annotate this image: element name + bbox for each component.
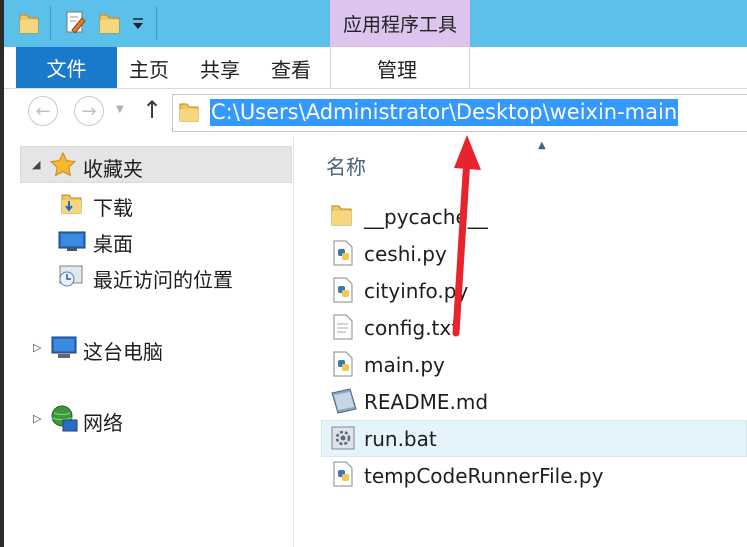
collapse-arrow-icon[interactable]: ◢ <box>32 158 40 171</box>
network-icon <box>49 404 79 438</box>
tab-manage[interactable]: 管理 <box>377 54 417 83</box>
python-file-icon <box>332 351 354 377</box>
nav-item-recent-places[interactable]: 最近访问的位置 <box>93 264 233 293</box>
nav-item-desktop[interactable]: 桌面 <box>93 228 133 257</box>
file-item[interactable]: ceshi.py <box>364 242 447 266</box>
expand-arrow-icon[interactable]: ▷ <box>33 341 41 354</box>
expand-arrow-icon[interactable]: ▷ <box>33 412 41 425</box>
back-button[interactable]: ← <box>28 96 58 126</box>
column-header-name[interactable]: 名称 <box>326 151 366 180</box>
customize-toolbar-chevron-icon[interactable] <box>130 10 146 36</box>
tab-home[interactable]: 主页 <box>129 54 169 83</box>
batch-file-icon <box>330 425 356 451</box>
address-path-text[interactable]: C:\Users\Administrator\Desktop\weixin-ma… <box>210 99 679 126</box>
nav-item-network[interactable]: 网络 <box>83 407 123 436</box>
new-folder-icon[interactable] <box>98 10 122 36</box>
file-item[interactable]: __pycache__ <box>364 205 488 229</box>
sort-ascending-icon: ▲ <box>538 140 546 151</box>
python-file-icon <box>332 240 354 266</box>
toolbar-separator <box>156 6 157 40</box>
file-item[interactable]: cityinfo.py <box>364 279 468 303</box>
file-item[interactable]: main.py <box>364 353 445 377</box>
computer-icon <box>49 335 79 365</box>
star-icon <box>49 151 77 182</box>
text-file-icon <box>332 314 354 340</box>
nav-item-downloads[interactable]: 下载 <box>93 192 133 221</box>
download-folder-icon <box>60 191 84 221</box>
favorites-label: 收藏夹 <box>83 157 143 181</box>
properties-icon[interactable] <box>64 10 88 36</box>
tab-view[interactable]: 查看 <box>271 54 311 83</box>
up-arrow-icon[interactable]: ↑ <box>142 96 162 124</box>
tab-share[interactable]: 共享 <box>200 54 240 83</box>
python-file-icon <box>332 461 354 487</box>
recent-locations-chevron-icon[interactable]: ▼ <box>116 104 124 115</box>
file-item[interactable]: tempCodeRunnerFile.py <box>364 464 603 488</box>
recent-places-icon <box>58 263 86 293</box>
file-item-selected[interactable]: run.bat <box>364 427 437 451</box>
forward-button[interactable]: → <box>74 96 104 126</box>
tab-file[interactable]: 文件 <box>16 47 117 88</box>
forward-arrow-icon: → <box>81 100 97 122</box>
markdown-file-icon <box>328 387 358 414</box>
toolbar-separator <box>50 6 51 40</box>
file-item[interactable]: config.txt <box>364 316 459 340</box>
folder-icon <box>330 202 352 228</box>
nav-item-this-pc[interactable]: 这台电脑 <box>83 336 163 365</box>
context-tab-title: 应用程序工具 <box>330 0 470 47</box>
file-item[interactable]: README.md <box>364 390 488 414</box>
address-folder-icon <box>178 101 200 127</box>
folder-icon[interactable] <box>18 10 40 36</box>
desktop-icon <box>58 230 86 256</box>
back-arrow-icon: ← <box>35 100 51 122</box>
python-file-icon <box>332 277 354 303</box>
